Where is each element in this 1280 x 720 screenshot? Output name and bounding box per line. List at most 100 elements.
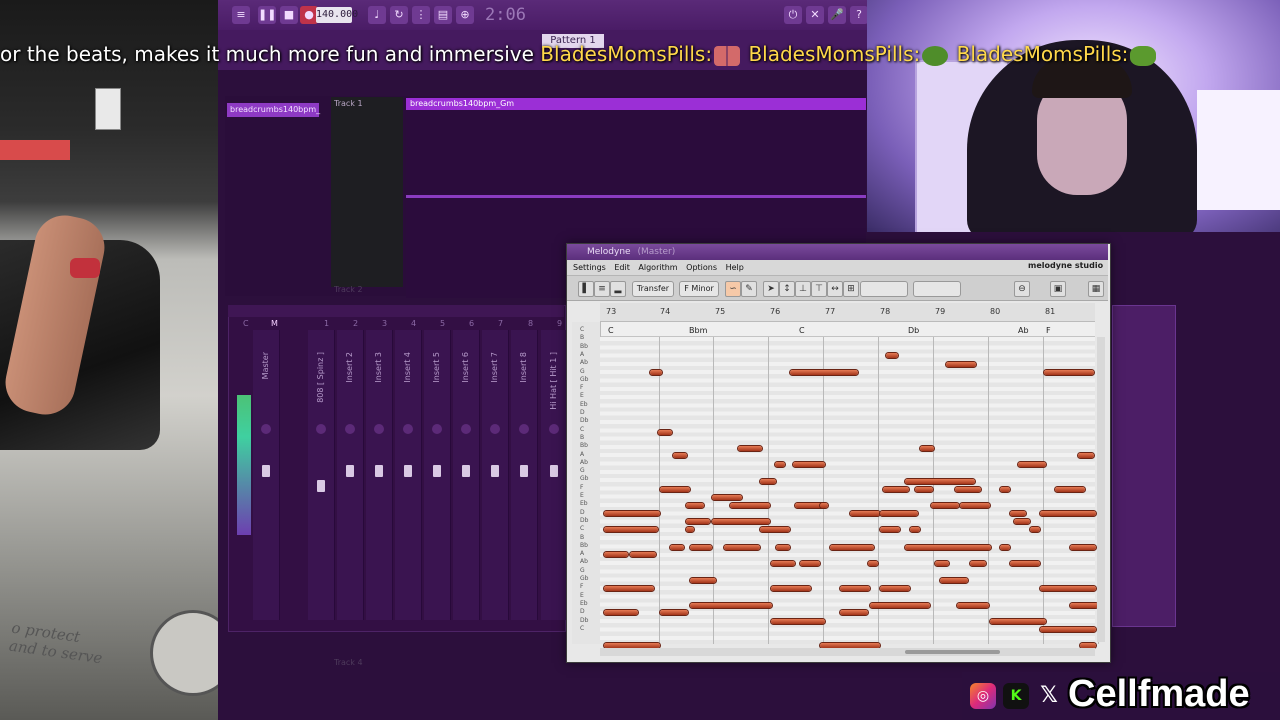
note-blob[interactable] bbox=[886, 353, 898, 358]
pan-knob[interactable] bbox=[490, 424, 500, 434]
metronome-icon[interactable]: ♩ bbox=[368, 6, 386, 24]
list-icon[interactable]: ≡ bbox=[594, 281, 610, 297]
note-blob[interactable] bbox=[690, 603, 772, 608]
pan-knob[interactable] bbox=[519, 424, 529, 434]
note-blob[interactable] bbox=[1018, 462, 1046, 467]
volume-fader[interactable] bbox=[346, 465, 354, 477]
note-blob[interactable] bbox=[955, 487, 981, 492]
note-blob[interactable] bbox=[840, 586, 870, 591]
note-blob[interactable] bbox=[604, 552, 628, 557]
note-blob[interactable] bbox=[990, 619, 1046, 624]
help-icon[interactable]: ? bbox=[850, 6, 868, 24]
mixer-titlebar[interactable] bbox=[228, 305, 564, 317]
note-blob[interactable] bbox=[830, 545, 874, 550]
stop-icon[interactable]: ■ bbox=[280, 6, 298, 24]
pointer-tool-icon[interactable]: ➤ bbox=[763, 281, 779, 297]
note-blob[interactable] bbox=[1040, 586, 1096, 591]
menu-icon[interactable]: ≡ bbox=[232, 6, 250, 24]
pitch-value-field[interactable] bbox=[860, 281, 908, 297]
tempo-display[interactable]: 140.000 bbox=[316, 7, 358, 23]
note-blob[interactable] bbox=[730, 503, 770, 508]
note-blob[interactable] bbox=[771, 586, 811, 591]
note-blob[interactable] bbox=[870, 603, 930, 608]
note-blob[interactable] bbox=[940, 578, 968, 583]
note-blob[interactable] bbox=[880, 586, 910, 591]
step-icon[interactable]: ⋮ bbox=[412, 6, 430, 24]
horizontal-scroll-thumb[interactable] bbox=[905, 650, 1000, 654]
note-blob[interactable] bbox=[800, 561, 820, 566]
amplitude-tool-icon[interactable]: ⊤ bbox=[811, 281, 827, 297]
note-blob[interactable] bbox=[1014, 519, 1030, 524]
menu-edit[interactable]: Edit bbox=[614, 260, 630, 275]
note-blob[interactable] bbox=[880, 527, 900, 532]
note-blob[interactable] bbox=[776, 545, 790, 550]
note-blob[interactable] bbox=[690, 545, 712, 550]
track-header-1[interactable] bbox=[331, 97, 403, 287]
pan-knob[interactable] bbox=[549, 424, 559, 434]
blend-icon[interactable]: ⊕ bbox=[456, 6, 474, 24]
scale-selector[interactable]: F Minor bbox=[679, 281, 719, 297]
note-blob[interactable] bbox=[920, 446, 934, 451]
note-blob[interactable] bbox=[883, 487, 909, 492]
note-blob[interactable] bbox=[850, 511, 880, 516]
note-blob[interactable] bbox=[931, 503, 959, 508]
note-blob[interactable] bbox=[660, 487, 690, 492]
note-blob[interactable] bbox=[868, 561, 878, 566]
pitch-move-icon[interactable]: ↕ bbox=[779, 281, 795, 297]
note-blob[interactable] bbox=[738, 446, 762, 451]
note-blob[interactable] bbox=[771, 561, 795, 566]
note-blob[interactable] bbox=[1044, 370, 1094, 375]
note-blob[interactable] bbox=[686, 527, 694, 532]
note-blob[interactable] bbox=[630, 552, 656, 557]
volume-fader[interactable] bbox=[404, 465, 412, 477]
menu-algorithm[interactable]: Algorithm bbox=[638, 260, 677, 275]
note-blob[interactable] bbox=[1010, 511, 1026, 516]
zoom-icon[interactable]: ⊖ bbox=[1014, 281, 1030, 297]
volume-fader[interactable] bbox=[520, 465, 528, 477]
pan-knob[interactable] bbox=[316, 424, 326, 434]
snap-icon[interactable]: ∽ bbox=[725, 281, 741, 297]
note-blob[interactable] bbox=[1010, 561, 1040, 566]
note-blob[interactable] bbox=[724, 545, 760, 550]
note-blob[interactable] bbox=[604, 610, 638, 615]
mic-icon[interactable]: 🎤 bbox=[828, 6, 846, 24]
volume-fader[interactable] bbox=[550, 465, 558, 477]
note-blob[interactable] bbox=[771, 619, 825, 624]
note-blob[interactable] bbox=[1055, 487, 1085, 492]
note-blob[interactable] bbox=[793, 462, 825, 467]
note-blob[interactable] bbox=[1040, 627, 1096, 632]
note-blob[interactable] bbox=[712, 519, 770, 524]
note-blob[interactable] bbox=[905, 479, 975, 484]
volume-fader[interactable] bbox=[262, 465, 270, 477]
pan-knob[interactable] bbox=[461, 424, 471, 434]
note-blob[interactable] bbox=[1000, 545, 1010, 550]
level-icon[interactable]: ▂ bbox=[610, 281, 626, 297]
note-blob[interactable] bbox=[660, 610, 688, 615]
volume-fader[interactable] bbox=[462, 465, 470, 477]
note-blob[interactable] bbox=[840, 610, 868, 615]
note-blob[interactable] bbox=[910, 527, 920, 532]
note-blob[interactable] bbox=[1070, 545, 1096, 550]
note-blob[interactable] bbox=[604, 586, 654, 591]
note-blob[interactable] bbox=[604, 511, 660, 516]
vertical-scrollbar[interactable] bbox=[1097, 337, 1105, 642]
note-blob[interactable] bbox=[673, 453, 687, 458]
pan-knob[interactable] bbox=[432, 424, 442, 434]
pan-knob[interactable] bbox=[345, 424, 355, 434]
split-tool-icon[interactable]: ⊞ bbox=[843, 281, 859, 297]
note-blob[interactable] bbox=[775, 462, 785, 467]
note-blob[interactable] bbox=[670, 545, 684, 550]
pitch-tool-icon[interactable]: ✎ bbox=[741, 281, 757, 297]
volume-fader[interactable] bbox=[375, 465, 383, 477]
volume-fader[interactable] bbox=[433, 465, 441, 477]
menu-help[interactable]: Help bbox=[726, 260, 744, 275]
note-blob[interactable] bbox=[760, 527, 790, 532]
note-blob[interactable] bbox=[712, 495, 742, 500]
note-blob[interactable] bbox=[790, 370, 858, 375]
note-blob[interactable] bbox=[880, 511, 918, 516]
countdown-icon[interactable]: ▤ bbox=[434, 6, 452, 24]
formant-tool-icon[interactable]: ⊥ bbox=[795, 281, 811, 297]
melodyne-titlebar[interactable]: Melodyne (Master) bbox=[567, 244, 1108, 260]
note-blob[interactable] bbox=[658, 430, 672, 435]
layout-icon[interactable]: ▌ bbox=[578, 281, 594, 297]
